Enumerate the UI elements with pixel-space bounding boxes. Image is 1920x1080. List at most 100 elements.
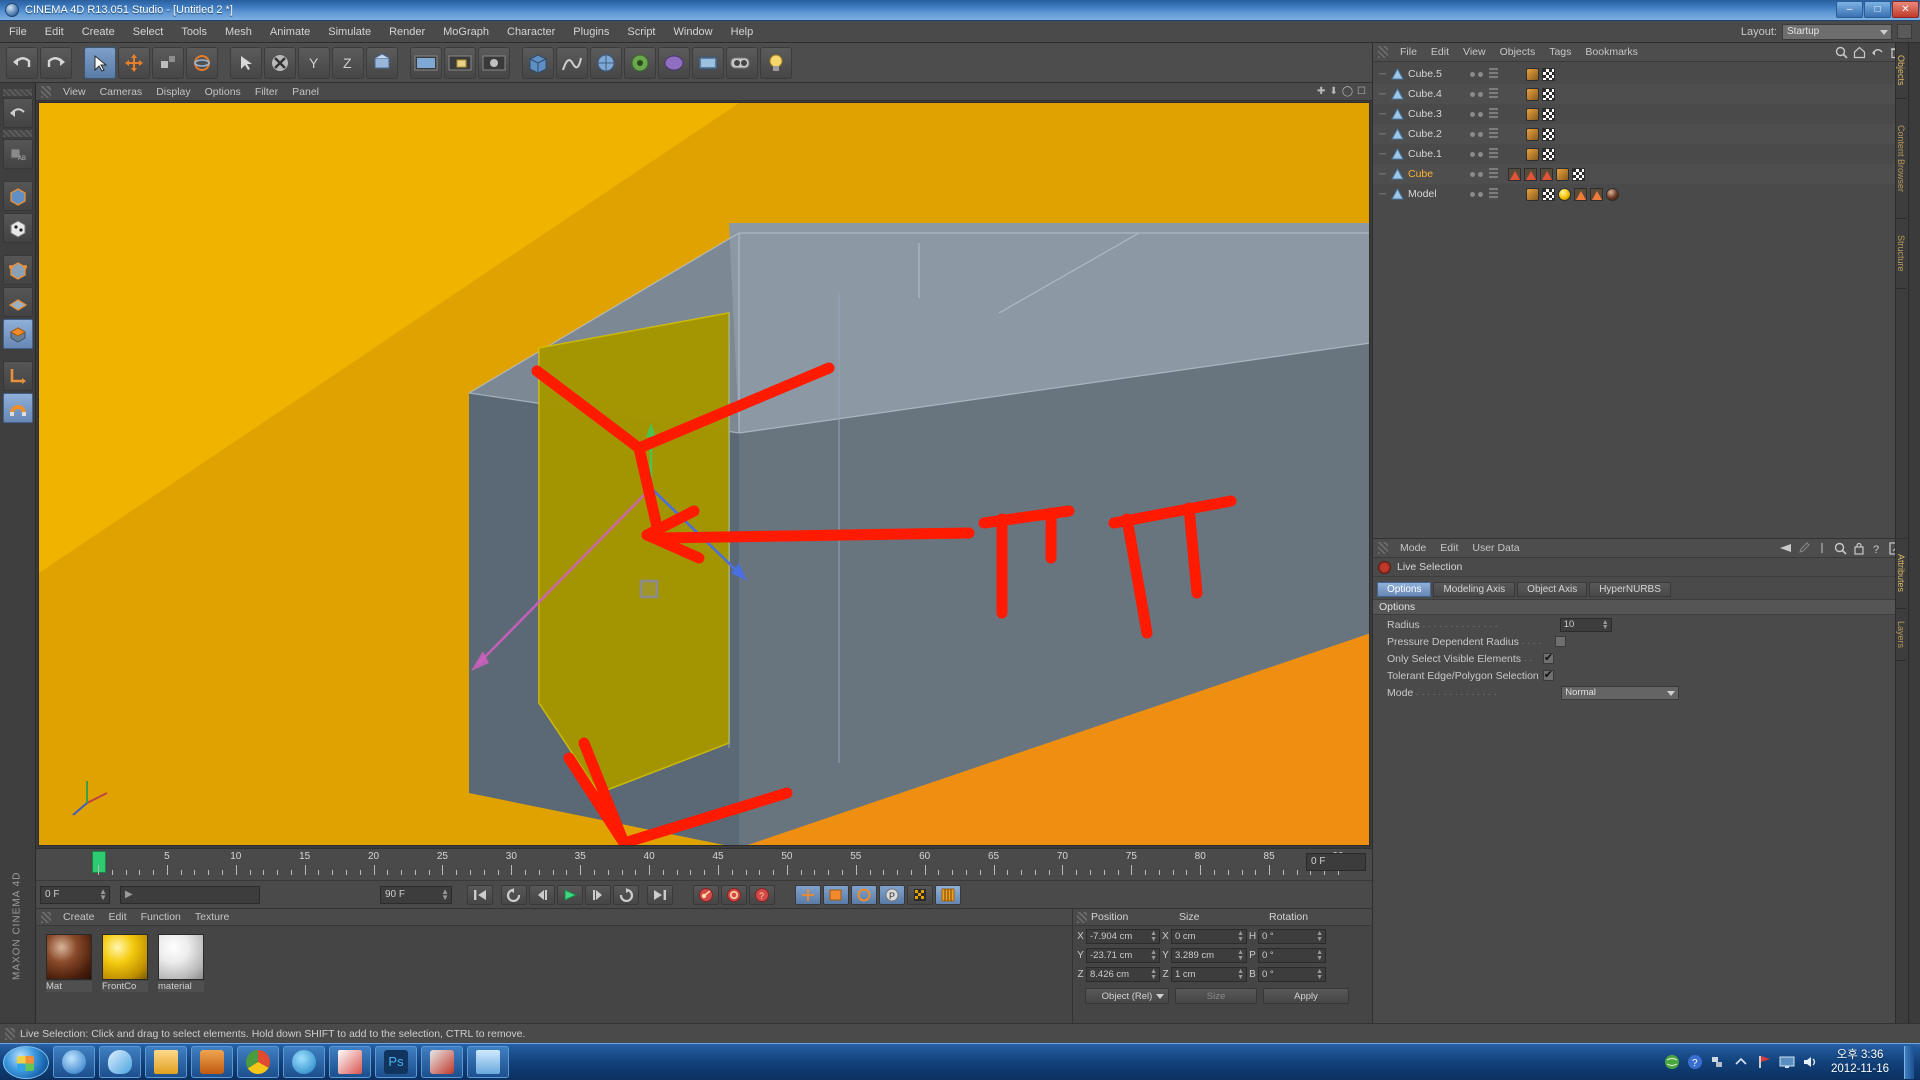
viewport-menu-cameras[interactable]: Cameras xyxy=(93,85,150,99)
play-backwards-button[interactable] xyxy=(501,884,527,905)
polygon-selection-tag-icon[interactable] xyxy=(1508,167,1521,181)
mode-select[interactable]: Normal xyxy=(1561,685,1680,700)
move-button[interactable] xyxy=(118,46,150,79)
phong-tag-icon[interactable] xyxy=(1590,187,1603,201)
menu-script[interactable]: Script xyxy=(618,24,664,40)
taskbar-media-icon[interactable] xyxy=(191,1046,233,1078)
layer-bars-icon[interactable] xyxy=(1489,148,1498,160)
goto-end-button[interactable] xyxy=(647,884,673,905)
polygon-selection-tag-icon[interactable] xyxy=(1524,167,1537,181)
visibility-dots[interactable] xyxy=(1470,111,1483,117)
parameter-key-button[interactable]: P xyxy=(879,884,905,905)
spinner-icon[interactable]: ▲ ▼ xyxy=(1237,930,1244,943)
axis-lock-tool[interactable] xyxy=(3,361,33,391)
spinner-icon[interactable]: ▲ ▼ xyxy=(1316,949,1323,962)
close-button[interactable]: ✕ xyxy=(1892,0,1919,18)
taskbar-paint-icon[interactable] xyxy=(329,1046,371,1078)
spinner-icon[interactable]: ▲ ▼ xyxy=(1602,619,1609,631)
search-icon[interactable] xyxy=(1834,542,1847,555)
viewport-view-buttons[interactable]: ✚ ⬇ ◯ ☐ xyxy=(1317,86,1372,97)
side-tab-objects[interactable]: Objects xyxy=(1896,43,1906,99)
network-icon[interactable] xyxy=(1710,1054,1726,1070)
object-row[interactable]: ─ Model xyxy=(1373,184,1908,204)
pressure-dependent-radius-checkbox[interactable] xyxy=(1554,636,1566,647)
menu-simulate[interactable]: Simulate xyxy=(319,24,380,40)
render-view-button[interactable] xyxy=(410,46,442,79)
maximize-button[interactable]: □ xyxy=(1864,0,1891,18)
layer-bars-icon[interactable] xyxy=(1489,88,1498,100)
menu-file[interactable]: File xyxy=(0,24,36,40)
autokeying-button[interactable] xyxy=(721,884,747,905)
layer-bars-icon[interactable] xyxy=(1489,128,1498,140)
chevron-up-icon[interactable] xyxy=(1733,1054,1749,1070)
apply-button[interactable]: Apply xyxy=(1263,988,1349,1004)
render-region-button[interactable] xyxy=(444,46,476,79)
object-row-selected[interactable]: ─ Cube xyxy=(1373,164,1908,184)
visibility-dots[interactable] xyxy=(1470,131,1483,137)
phong-tag-icon[interactable] xyxy=(1574,187,1587,201)
viewport-menu-view[interactable]: View xyxy=(56,85,93,99)
position-y-field[interactable]: -23.71 cm ▲ ▼ xyxy=(1086,947,1160,963)
tab-object-axis[interactable]: Object Axis xyxy=(1517,582,1588,597)
texture-tag-icon[interactable] xyxy=(1542,147,1555,161)
texture-tag-icon[interactable] xyxy=(1572,167,1585,181)
side-tab-structure[interactable]: Structure xyxy=(1896,219,1906,289)
model-tool[interactable]: AB xyxy=(3,139,33,169)
spinner-icon[interactable]: ▲ ▼ xyxy=(1316,968,1323,981)
palette-grip-2[interactable] xyxy=(3,130,32,137)
status-grip[interactable] xyxy=(5,1027,15,1040)
object-manager-grip[interactable] xyxy=(1378,46,1388,58)
menu-mesh[interactable]: Mesh xyxy=(216,24,261,40)
texture-tag-icon[interactable] xyxy=(1542,67,1555,81)
spinner-icon[interactable]: ▲ ▼ xyxy=(1316,930,1323,943)
menu-character[interactable]: Character xyxy=(498,24,564,40)
timeline-button[interactable] xyxy=(935,884,961,905)
position-x-field[interactable]: -7.904 cm ▲ ▼ xyxy=(1086,928,1160,944)
layer-bars-icon[interactable] xyxy=(1489,108,1498,120)
taskbar-chrome-icon[interactable] xyxy=(237,1046,279,1078)
selection-tag-icon[interactable] xyxy=(1526,187,1539,201)
rotation-b-field[interactable]: 0 ° ▲ ▼ xyxy=(1258,966,1326,982)
texture-tag-icon[interactable] xyxy=(1542,107,1555,121)
lock-z-axis-button[interactable]: Z xyxy=(332,46,364,79)
selection-tag-icon[interactable] xyxy=(1526,107,1539,121)
viewport-menu-panel[interactable]: Panel xyxy=(285,85,326,99)
material-grip[interactable] xyxy=(41,911,51,923)
spinner-icon[interactable]: ▲ ▼ xyxy=(99,887,107,901)
size-z-field[interactable]: 1 cm ▲ ▼ xyxy=(1171,966,1247,982)
back-arrow-icon[interactable] xyxy=(1778,542,1792,554)
start-frame-field[interactable]: 0 F ▲ ▼ xyxy=(40,885,110,904)
rotation-h-field[interactable]: 0 ° ▲ ▼ xyxy=(1258,928,1326,944)
side-tab-layers[interactable]: Layers xyxy=(1896,609,1906,661)
selection-tag-icon[interactable] xyxy=(1526,67,1539,81)
taskbar-photoshop-icon[interactable]: Ps xyxy=(375,1046,417,1078)
start-button[interactable] xyxy=(3,1045,49,1079)
environment-button[interactable] xyxy=(692,46,724,79)
window-controls[interactable]: – □ ✕ xyxy=(1836,0,1920,20)
coordinate-size-select[interactable]: Size xyxy=(1175,988,1257,1004)
zoom-view-icon[interactable]: ⬇ xyxy=(1329,86,1337,97)
viewport-3d-canvas[interactable]: Perspective xyxy=(38,102,1370,846)
visibility-dots[interactable] xyxy=(1470,91,1483,97)
redo-button[interactable] xyxy=(40,46,72,79)
monitor-icon[interactable] xyxy=(1779,1054,1795,1070)
taskbar-ie-icon[interactable] xyxy=(53,1046,95,1078)
only-select-visible-checkbox[interactable] xyxy=(1543,651,1555,664)
material-preview[interactable] xyxy=(158,934,204,980)
object-menu-bookmarks[interactable]: Bookmarks xyxy=(1578,45,1645,59)
object-row[interactable]: ─ Cube.1 xyxy=(1373,144,1908,164)
live-selection-button[interactable] xyxy=(84,46,116,79)
undo-icon[interactable] xyxy=(1871,46,1884,59)
tab-hypernurbs[interactable]: HyperNURBS xyxy=(1589,582,1671,597)
undo-view-tool[interactable] xyxy=(3,98,33,128)
material-menu-function[interactable]: Function xyxy=(134,910,188,924)
object-menu-edit[interactable]: Edit xyxy=(1424,45,1456,59)
spinner-icon[interactable]: ▲ ▼ xyxy=(1150,930,1157,943)
play-forwards-button[interactable] xyxy=(613,884,639,905)
lock-y-axis-button[interactable]: Y xyxy=(298,46,330,79)
layer-bars-icon[interactable] xyxy=(1489,68,1498,80)
position-key-button[interactable] xyxy=(795,884,821,905)
cursor-tool-button[interactable] xyxy=(230,46,262,79)
scale-key-button[interactable] xyxy=(823,884,849,905)
play-button[interactable] xyxy=(557,884,583,905)
